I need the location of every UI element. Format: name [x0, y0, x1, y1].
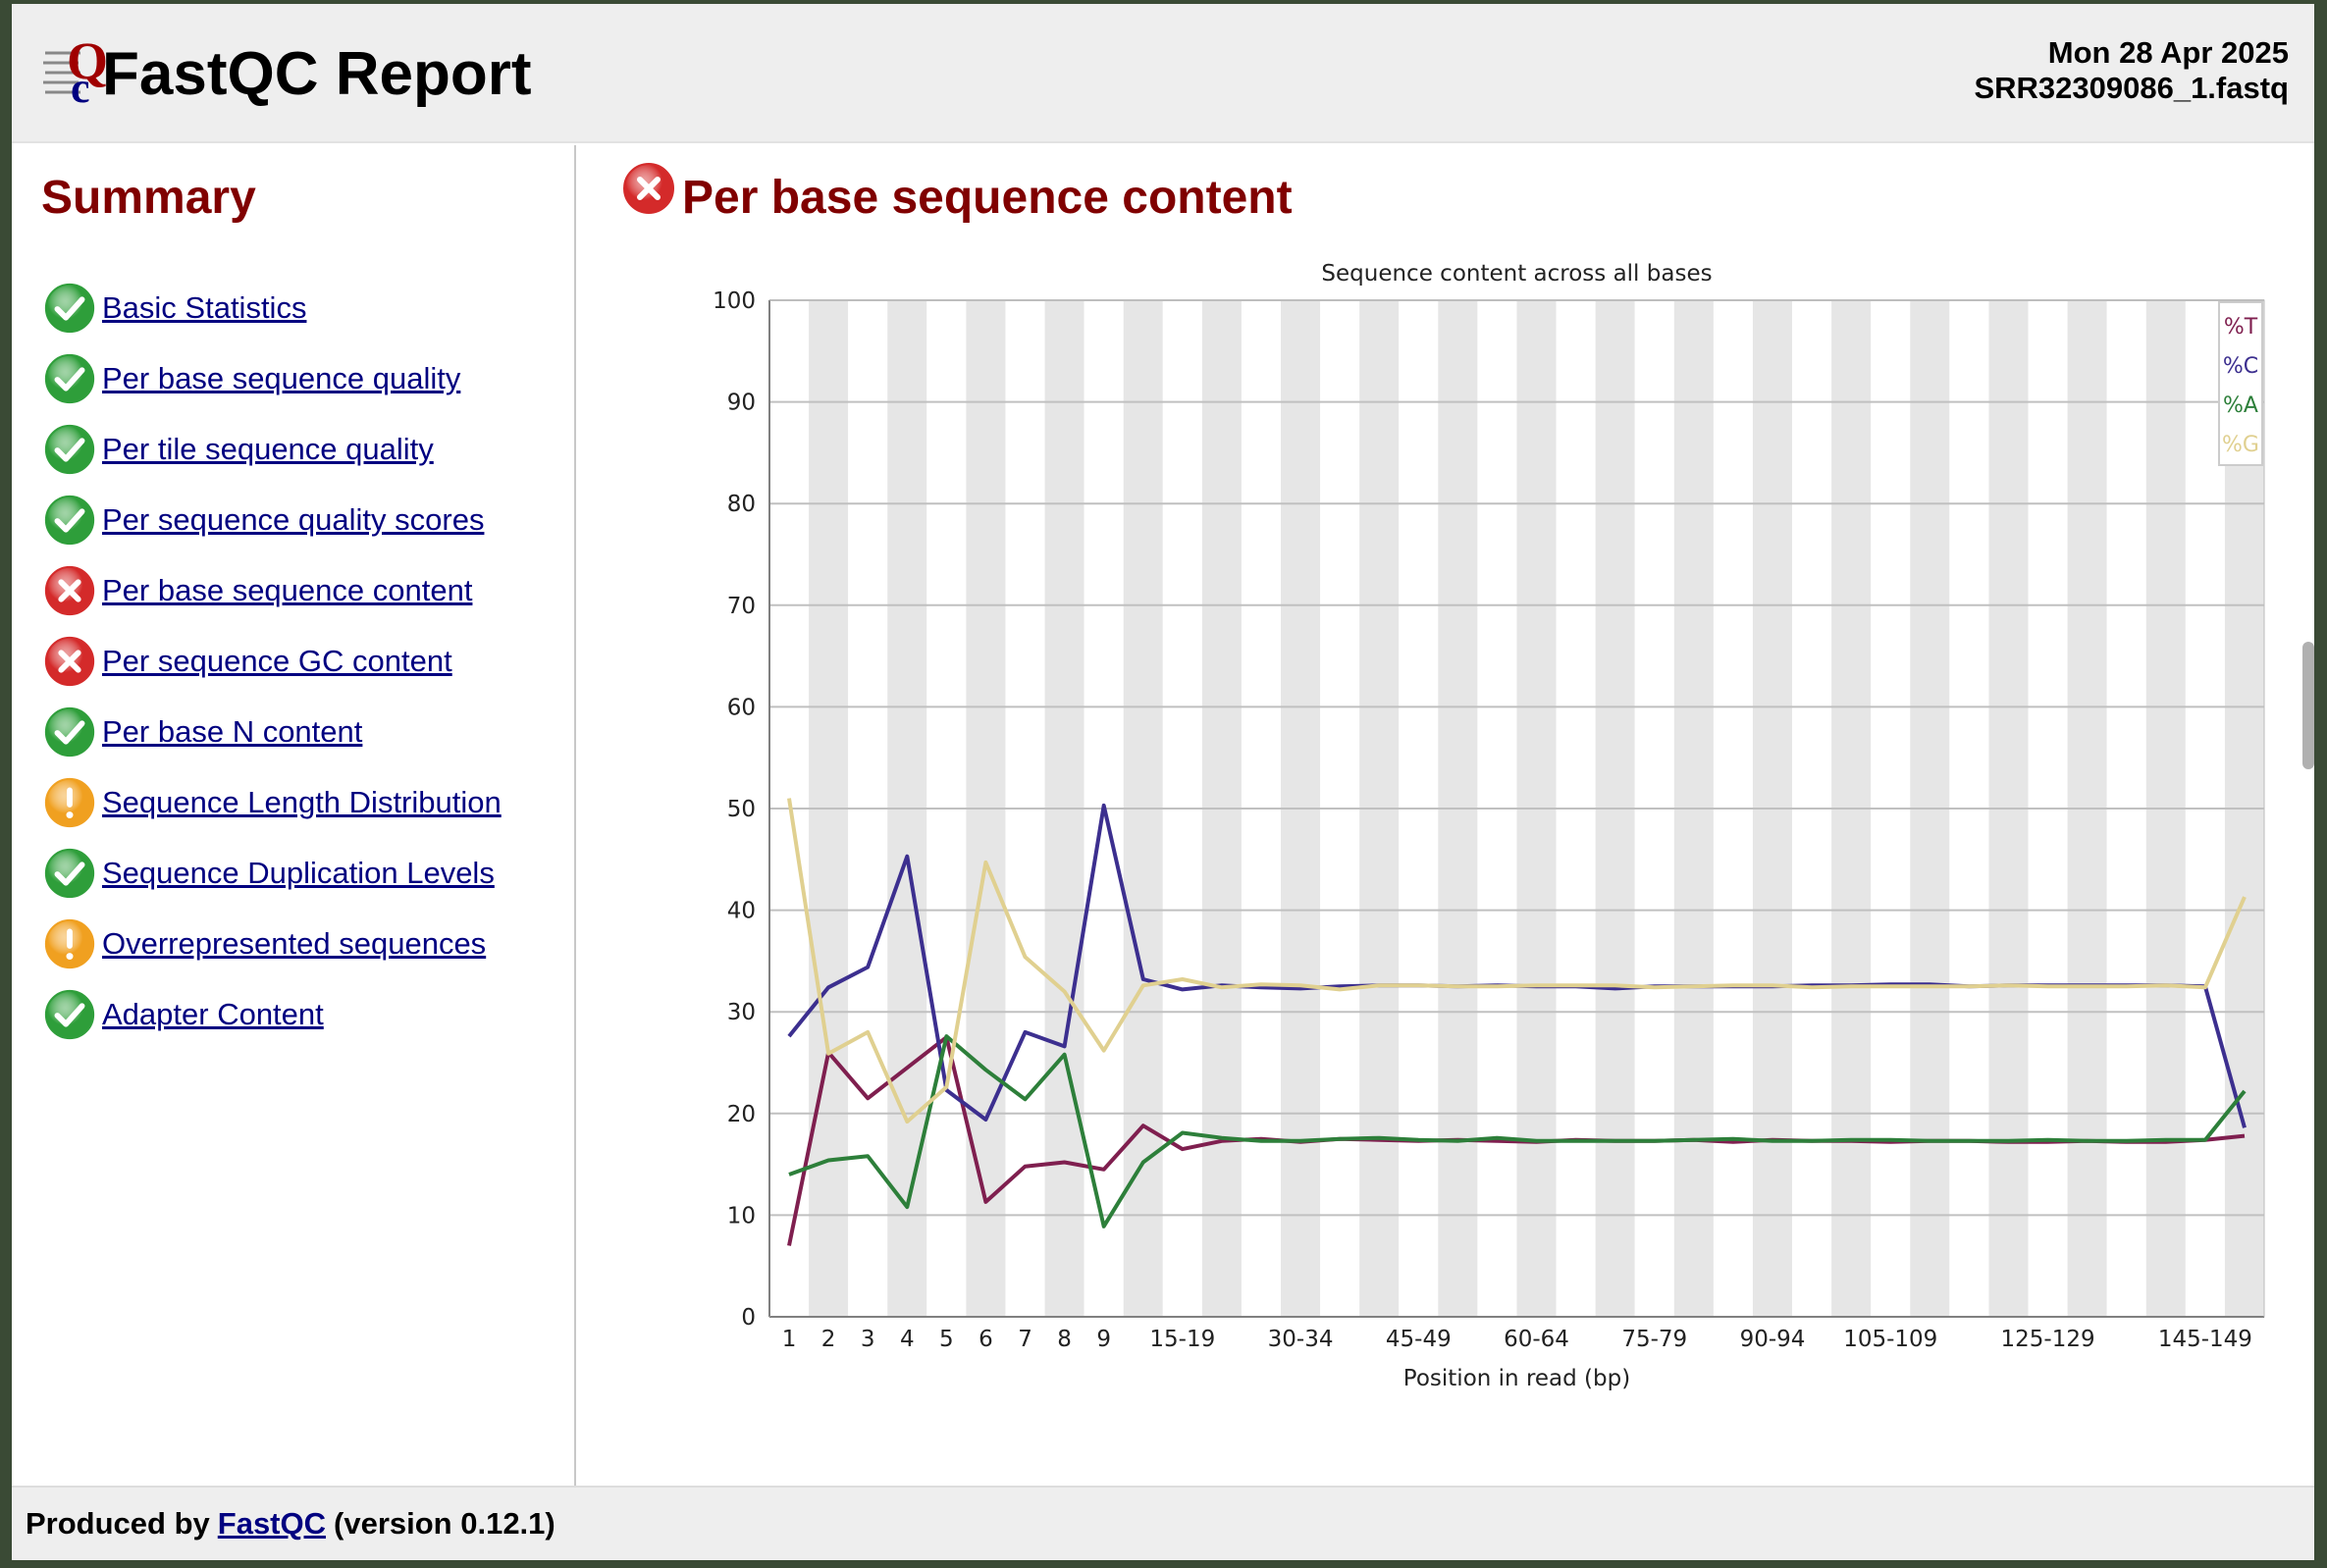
report-footer: Produced by FastQC (version 0.12.1)	[12, 1486, 2314, 1560]
sidebar-link[interactable]: Sequence Length Distribution	[102, 785, 502, 820]
y-tick-label: 100	[713, 288, 756, 314]
legend-entry: %A	[2223, 393, 2258, 418]
y-tick-label: 10	[727, 1203, 756, 1228]
footer-version: (version 0.12.1)	[334, 1506, 555, 1541]
fail-status-icon	[42, 563, 97, 618]
scrollbar-thumb[interactable]	[2302, 642, 2314, 769]
x-tick-label: 145-149	[2158, 1327, 2252, 1352]
sidebar-item-basic-statistics[interactable]: Basic Statistics	[41, 273, 502, 343]
x-axis-label: Position in read (bp)	[1403, 1366, 1630, 1391]
pass-status-icon	[42, 493, 97, 548]
x-tick-label: 5	[939, 1327, 954, 1352]
sidebar-item-sequence-duplication-levels[interactable]: Sequence Duplication Levels	[41, 838, 502, 909]
fail-status-icon	[42, 634, 97, 689]
summary-sidebar: Summary Basic Statistics Per base sequenc…	[12, 145, 576, 1486]
sidebar-item-adapter-content[interactable]: Adapter Content	[41, 979, 502, 1050]
svg-text:c: c	[71, 64, 90, 112]
y-tick-label: 40	[727, 899, 756, 924]
sidebar-link[interactable]: Sequence Duplication Levels	[102, 856, 495, 891]
x-tick-label: 8	[1057, 1327, 1072, 1352]
report-header: Q c FastQC Report Mon 28 Apr 2025 SRR323…	[12, 4, 2314, 143]
fastqc-link[interactable]: FastQC	[218, 1506, 326, 1542]
pass-status-icon	[42, 351, 97, 406]
x-tick-label: 45-49	[1386, 1327, 1452, 1352]
x-tick-label: 4	[900, 1327, 915, 1352]
sidebar-link[interactable]: Per base N content	[102, 714, 362, 750]
x-tick-label: 60-64	[1504, 1327, 1569, 1352]
legend-entry: %T	[2224, 315, 2258, 340]
y-tick-label: 90	[727, 391, 756, 416]
module-list: Basic Statistics Per base sequence qualit…	[41, 273, 502, 1050]
sequence-content-chart: 0 10 20 30 40 50 60 70 80 90 100 1 2 3 4 5 6 7 8 9 15-19 30-3…	[713, 261, 2265, 1391]
sidebar-link[interactable]: Adapter Content	[102, 997, 324, 1032]
y-tick-label: 20	[727, 1102, 756, 1127]
x-tick-label: 105-109	[1843, 1327, 1937, 1352]
sidebar-link[interactable]: Per base sequence quality	[102, 361, 460, 396]
warn-status-icon	[42, 916, 97, 971]
x-tick-label: 1	[782, 1327, 797, 1352]
x-tick-label: 30-34	[1268, 1327, 1334, 1352]
pass-status-icon	[42, 422, 97, 477]
sidebar-item-per-sequence-gc-content[interactable]: Per sequence GC content	[41, 626, 502, 697]
report-meta: Mon 28 Apr 2025 SRR32309086_1.fastq	[1974, 35, 2289, 106]
sidebar-link[interactable]: Overrepresented sequences	[102, 926, 486, 962]
sidebar-item-per-base-sequence-content[interactable]: Per base sequence content	[41, 555, 502, 626]
report-window: Q c FastQC Report Mon 28 Apr 2025 SRR323…	[12, 4, 2314, 1560]
y-tick-label: 60	[727, 695, 756, 720]
y-tick-label: 70	[727, 594, 756, 619]
y-tick-label: 50	[727, 797, 756, 822]
sidebar-item-per-base-n-content[interactable]: Per base N content	[41, 697, 502, 767]
x-tick-label: 6	[978, 1327, 993, 1352]
app-title: FastQC Report	[102, 40, 532, 108]
pass-status-icon	[42, 987, 97, 1042]
sidebar-link[interactable]: Per sequence quality scores	[102, 502, 484, 538]
x-tick-label: 75-79	[1621, 1327, 1687, 1352]
sidebar-item-per-tile-sequence-quality[interactable]: Per tile sequence quality	[41, 414, 502, 485]
x-tick-label: 2	[821, 1327, 836, 1352]
y-tick-label: 80	[727, 492, 756, 517]
x-tick-label: 90-94	[1740, 1327, 1806, 1352]
summary-title: Summary	[41, 172, 256, 224]
report-filename: SRR32309086_1.fastq	[1974, 71, 2289, 105]
x-tick-label: 9	[1096, 1327, 1111, 1352]
sidebar-item-per-base-sequence-quality[interactable]: Per base sequence quality	[41, 343, 502, 414]
sidebar-link[interactable]: Per tile sequence quality	[102, 432, 434, 467]
sidebar-item-sequence-length-distribution[interactable]: Sequence Length Distribution	[41, 767, 502, 838]
sidebar-item-overrepresented-sequences[interactable]: Overrepresented sequences	[41, 909, 502, 979]
sidebar-link[interactable]: Per sequence GC content	[102, 644, 452, 679]
report-date: Mon 28 Apr 2025	[2047, 35, 2289, 70]
sidebar-link[interactable]: Per base sequence content	[102, 573, 472, 608]
chart-title: Sequence content across all bases	[1321, 261, 1712, 287]
legend-entry: %C	[2223, 354, 2258, 379]
y-tick-label: 30	[727, 1000, 756, 1025]
y-tick-label: 0	[741, 1305, 756, 1331]
sidebar-link[interactable]: Basic Statistics	[102, 290, 306, 326]
warn-status-icon	[42, 775, 97, 830]
footer-produced-by: Produced by	[26, 1506, 210, 1541]
pass-status-icon	[42, 705, 97, 759]
pass-status-icon	[42, 281, 97, 336]
x-tick-label: 3	[861, 1327, 875, 1352]
x-tick-label: 7	[1018, 1327, 1032, 1352]
legend-entry: %G	[2222, 433, 2259, 457]
main-content: Per base sequence content 0 10 20 30 40 50 60 7…	[578, 145, 2301, 1486]
x-tick-label: 125-129	[2001, 1327, 2095, 1352]
sidebar-item-per-sequence-quality-scores[interactable]: Per sequence quality scores	[41, 485, 502, 555]
pass-status-icon	[42, 846, 97, 901]
x-tick-label: 15-19	[1149, 1327, 1215, 1352]
